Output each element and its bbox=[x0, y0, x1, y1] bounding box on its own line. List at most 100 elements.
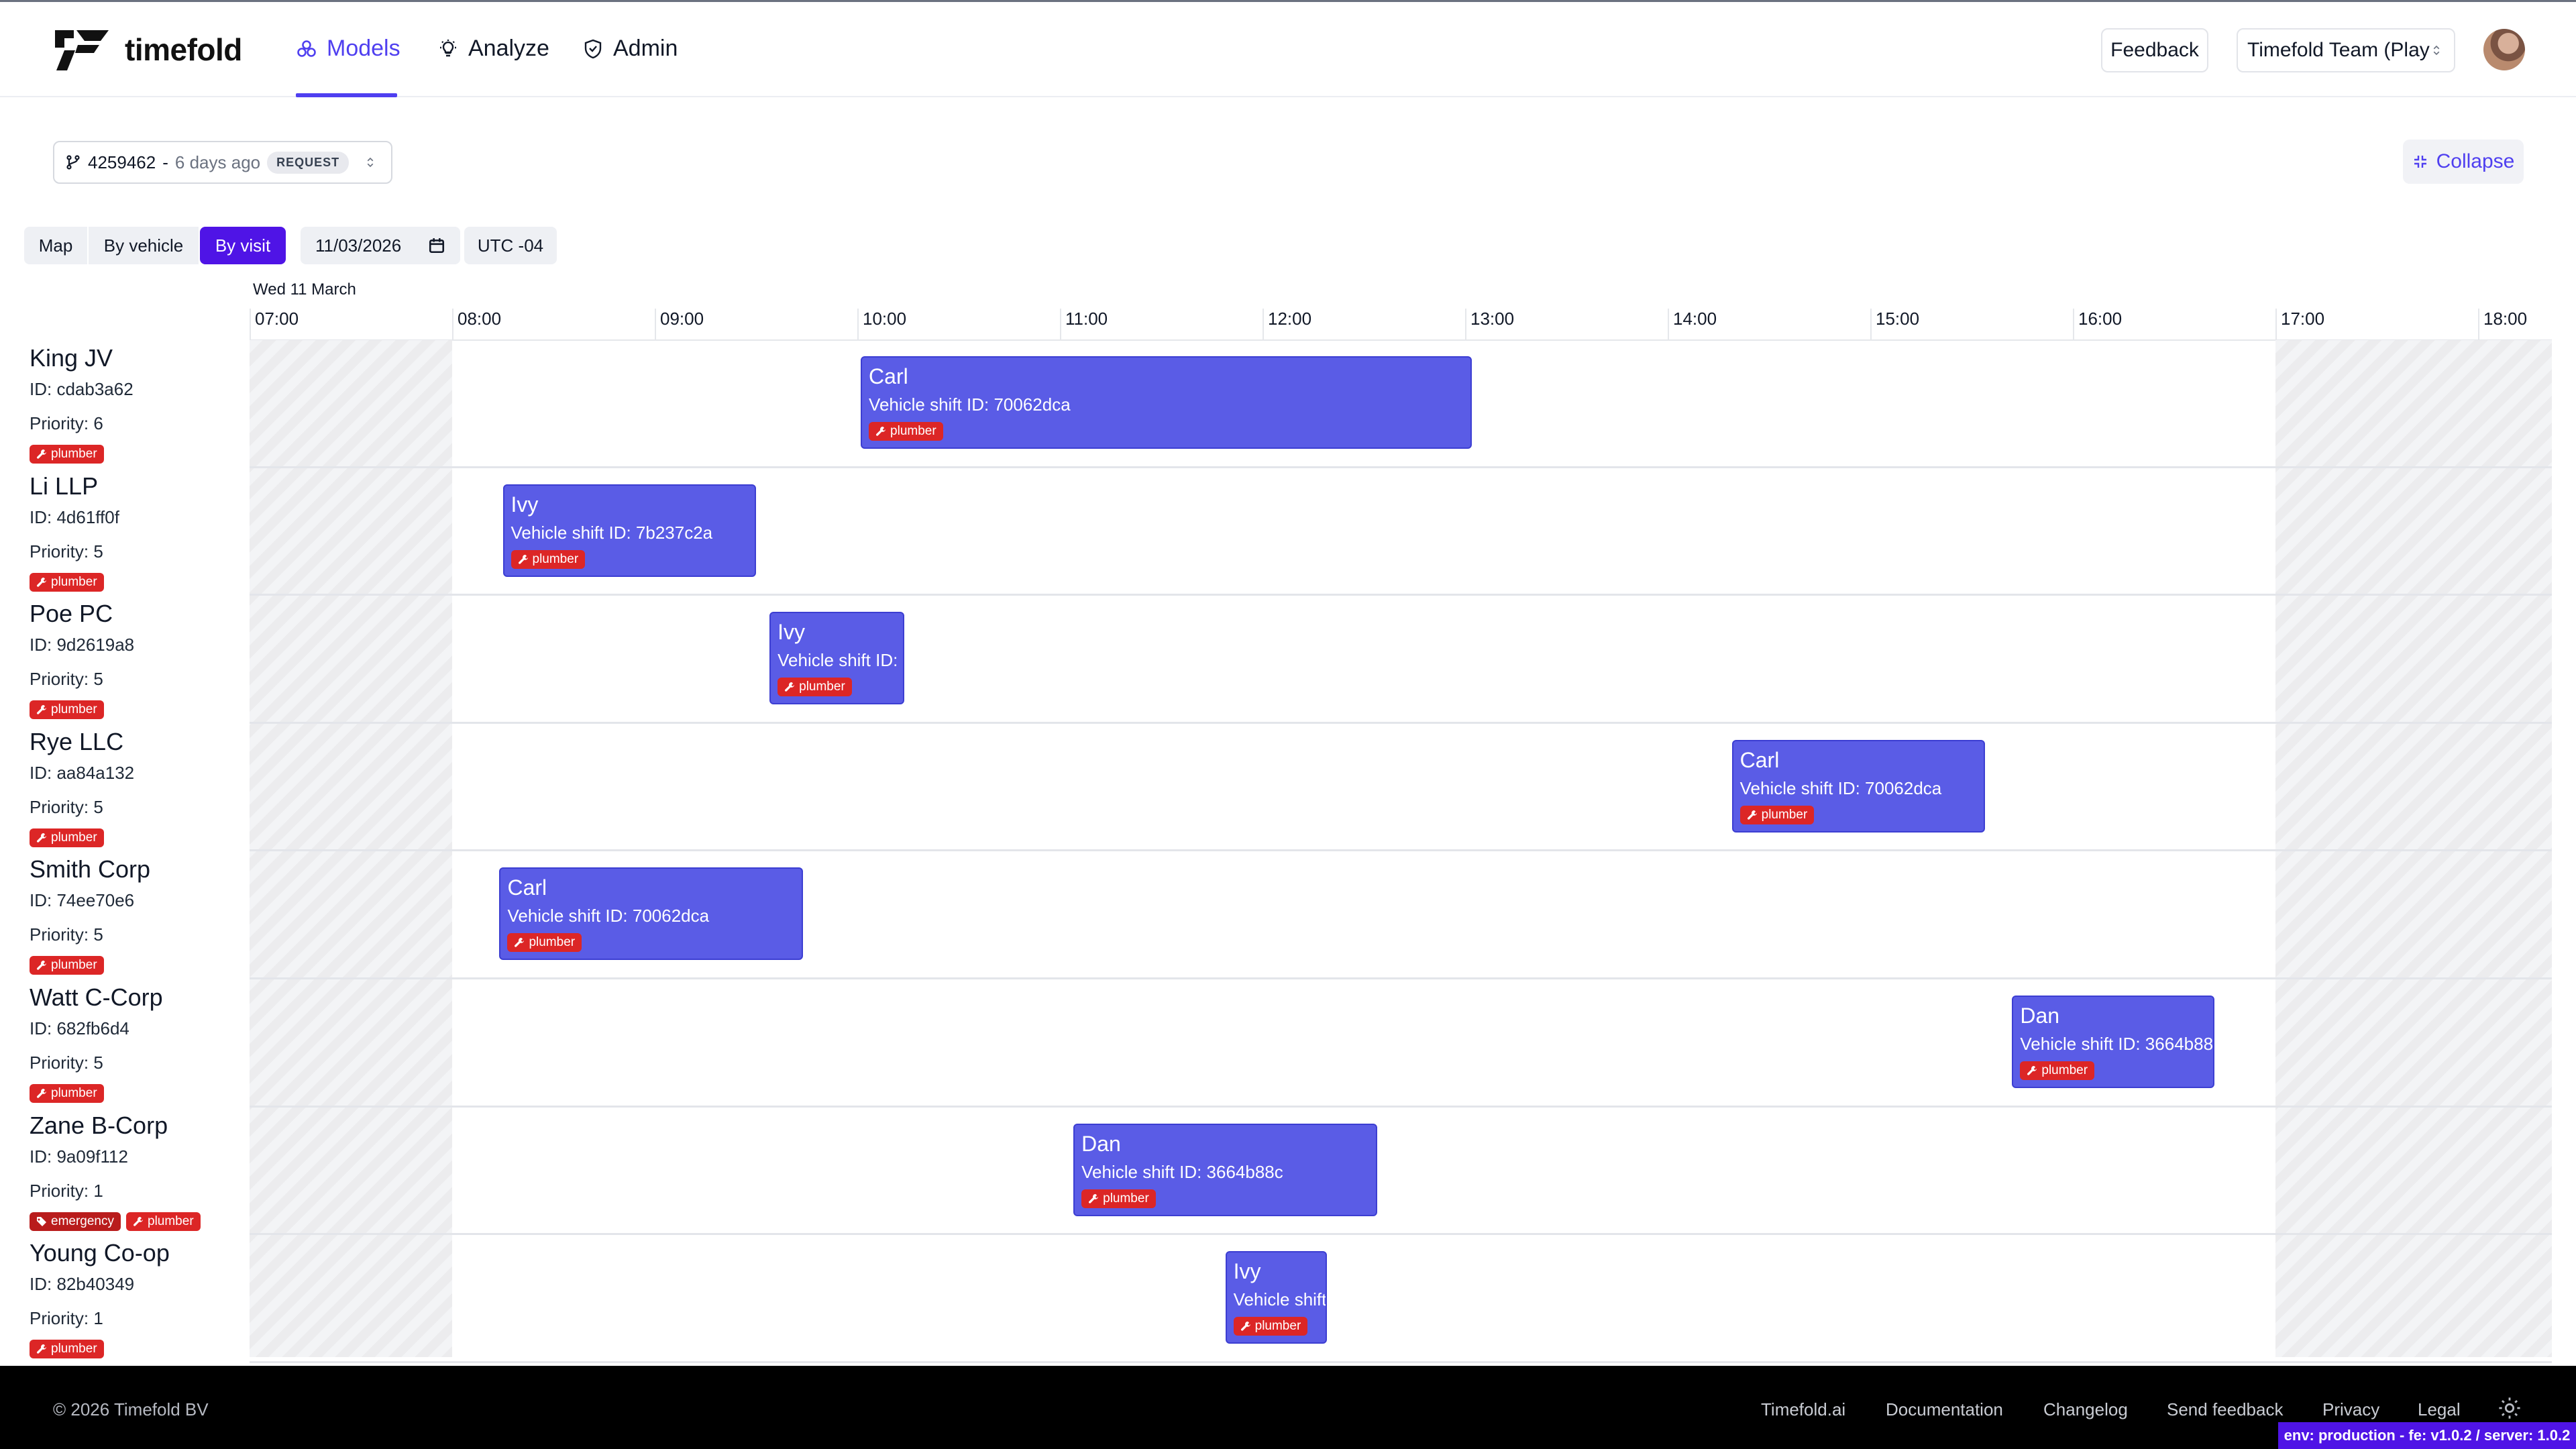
visit-tags: plumber bbox=[30, 1340, 244, 1359]
vehicle-name: Ivy bbox=[511, 492, 539, 517]
visit-assignment-block[interactable]: Carl Vehicle shift ID: 70062dca plumber bbox=[1731, 739, 1986, 833]
lane-divider bbox=[250, 721, 2552, 724]
hour-tick-1300: 13:00 bbox=[1465, 309, 1514, 339]
wrench-icon bbox=[133, 1216, 143, 1226]
lane-divider bbox=[250, 1233, 2552, 1236]
visit-name[interactable]: Poe PC bbox=[30, 600, 244, 628]
visit-tags: emergency plumber bbox=[30, 1212, 244, 1231]
chevron-updown-icon bbox=[367, 157, 374, 168]
visit-assignment-block[interactable]: Carl Vehicle shift ID: 70062dca plumber bbox=[861, 356, 1472, 449]
visit-id: ID: 9d2619a8 bbox=[30, 635, 135, 655]
visit-assignment-block[interactable]: Ivy Vehicle shift ID: 7b237c2a plumber bbox=[502, 484, 756, 577]
request-age: 6 days ago bbox=[174, 152, 261, 172]
shield-icon bbox=[584, 39, 602, 59]
tag-label: plumber bbox=[529, 935, 576, 950]
visit-name[interactable]: Zane B-Corp bbox=[30, 1112, 244, 1140]
visit-assignment-block[interactable]: Carl Vehicle shift ID: 70062dca plumber bbox=[499, 867, 804, 961]
lightbulb-icon bbox=[440, 40, 456, 57]
visit-row-li-llp[interactable]: Li LLP ID: 4d61ff0f Priority: 5 plumber bbox=[30, 472, 244, 592]
tab-map[interactable]: Map bbox=[24, 227, 87, 264]
active-nav-indicator bbox=[296, 93, 397, 97]
wrench-icon bbox=[37, 577, 46, 587]
footer-link-privacy[interactable]: Privacy bbox=[2322, 1399, 2379, 1420]
lane-divider bbox=[250, 594, 2552, 596]
timefold-logo-icon[interactable] bbox=[52, 29, 110, 72]
visit-row-rye-llc[interactable]: Rye LLC ID: aa84a132 Priority: 5 plumber bbox=[30, 728, 244, 847]
visit-row-smith-corp[interactable]: Smith Corp ID: 74ee70e6 Priority: 5 plumber bbox=[30, 855, 244, 975]
hour-tick-1500: 15:00 bbox=[1870, 309, 1919, 339]
visit-tags: plumber bbox=[30, 1084, 244, 1103]
plumber-tag: plumber bbox=[30, 445, 104, 464]
brand-name[interactable]: timefold bbox=[125, 32, 242, 68]
visit-assignment-block[interactable]: Dan Vehicle shift ID: 3664b88c plumber bbox=[1073, 1123, 1378, 1216]
plumber-tag: plumber bbox=[511, 549, 586, 569]
visit-priority: Priority: 6 bbox=[30, 413, 103, 433]
visit-name[interactable]: Young Co-op bbox=[30, 1239, 244, 1267]
chevron-updown-icon bbox=[2433, 45, 2440, 56]
user-avatar[interactable] bbox=[2483, 29, 2525, 70]
visit-row-young-co-op[interactable]: Young Co-op ID: 82b40349 Priority: 1 plumbe… bbox=[30, 1239, 244, 1359]
hour-tick-1800: 18:00 bbox=[2478, 309, 2527, 339]
visit-assignment-block[interactable]: Ivy Vehicle shift ID: 7 plumber bbox=[769, 612, 905, 705]
visit-name[interactable]: Watt C-Corp bbox=[30, 983, 244, 1012]
collapse-icon bbox=[2414, 156, 2426, 168]
visit-assignment-block[interactable]: Ivy Vehicle shift plumber bbox=[1225, 1251, 1327, 1344]
visit-name[interactable]: Rye LLC bbox=[30, 728, 244, 756]
footer-link-documentation[interactable]: Documentation bbox=[1886, 1399, 2003, 1420]
plumber-tag: plumber bbox=[507, 933, 582, 953]
tag-label: plumber bbox=[2041, 1063, 2088, 1077]
hour-tick-1000: 10:00 bbox=[857, 309, 906, 339]
request-selector[interactable]: 4259462 - 6 days ago REQUEST bbox=[53, 141, 392, 184]
environment-badge: env: production - fe: v1.0.2 / server: 1… bbox=[2278, 1422, 2576, 1449]
nav-models-label: Models bbox=[327, 36, 400, 61]
emergency-tag: emergency bbox=[30, 1212, 121, 1231]
visit-assignment-block[interactable]: Dan Vehicle shift ID: 3664b88 plumber bbox=[2012, 996, 2215, 1088]
footer-link-timefold-ai[interactable]: Timefold.ai bbox=[1761, 1399, 1845, 1420]
footer-link-legal[interactable]: Legal bbox=[2418, 1399, 2461, 1420]
visit-name[interactable]: Li LLP bbox=[30, 472, 244, 500]
plumber-tag: plumber bbox=[1081, 1189, 1156, 1208]
hour-tick-0700: 07:00 bbox=[250, 309, 299, 339]
vehicle-shift-id: Vehicle shift ID: 70062dca bbox=[1739, 777, 1942, 798]
tab-by-vehicle[interactable]: By vehicle bbox=[89, 227, 199, 264]
tag-label: plumber bbox=[148, 1214, 194, 1228]
visit-row-poe-pc[interactable]: Poe PC ID: 9d2619a8 Priority: 5 plumber bbox=[30, 600, 244, 720]
plumber-tag: plumber bbox=[30, 1340, 104, 1359]
visit-id: ID: 4d61ff0f bbox=[30, 506, 119, 527]
visit-row-king-jv[interactable]: King JV ID: cdab3a62 Priority: 6 plumber bbox=[30, 344, 244, 464]
team-selector[interactable]: Timefold Team (Play bbox=[2237, 28, 2455, 72]
unavailable-period-before bbox=[250, 340, 452, 1357]
date-input[interactable]: 11/03/2026 bbox=[301, 227, 460, 264]
visit-row-zane-b-corp[interactable]: Zane B-Corp ID: 9a09f112 Priority: 1 emerge… bbox=[30, 1112, 244, 1231]
hour-tick-0800: 08:00 bbox=[452, 309, 501, 339]
nav-admin[interactable]: Admin bbox=[582, 36, 678, 97]
visit-priority: Priority: 1 bbox=[30, 1180, 103, 1201]
wrench-icon bbox=[37, 705, 46, 714]
visit-id: ID: 682fb6d4 bbox=[30, 1018, 129, 1038]
nav-analyze[interactable]: Analyze bbox=[437, 36, 549, 97]
tab-by-visit[interactable]: By visit bbox=[200, 227, 286, 264]
visit-row-watt-c-corp[interactable]: Watt C-Corp ID: 682fb6d4 Priority: 5 plumbe… bbox=[30, 983, 244, 1103]
timezone-selector[interactable]: UTC -04 bbox=[464, 227, 557, 264]
plumber-tag: plumber bbox=[869, 422, 943, 441]
footer-link-send-feedback[interactable]: Send feedback bbox=[2167, 1399, 2283, 1420]
visit-priority: Priority: 5 bbox=[30, 1053, 103, 1073]
wrench-icon bbox=[1240, 1322, 1250, 1331]
visit-name[interactable]: Smith Corp bbox=[30, 855, 244, 883]
vehicle-name: Ivy bbox=[777, 620, 806, 645]
tag-label: plumber bbox=[51, 958, 97, 973]
theme-toggle-sun-icon[interactable] bbox=[2498, 1397, 2521, 1419]
visit-name[interactable]: King JV bbox=[30, 344, 244, 372]
visit-id: ID: 9a09f112 bbox=[30, 1146, 128, 1167]
tag-label: plumber bbox=[51, 1342, 97, 1356]
collapse-button[interactable]: Collapse bbox=[2403, 140, 2524, 184]
footer-link-changelog[interactable]: Changelog bbox=[2043, 1399, 2128, 1420]
feedback-button[interactable]: Feedback bbox=[2101, 28, 2208, 72]
nav-models[interactable]: Models bbox=[296, 36, 400, 97]
models-icon bbox=[297, 40, 316, 57]
hour-tick-1600: 16:00 bbox=[2073, 309, 2122, 339]
vehicle-name: Carl bbox=[507, 875, 547, 900]
vehicle-name: Carl bbox=[1739, 747, 1780, 772]
plumber-tag: plumber bbox=[777, 678, 852, 697]
plumber-tag: plumber bbox=[30, 828, 104, 847]
